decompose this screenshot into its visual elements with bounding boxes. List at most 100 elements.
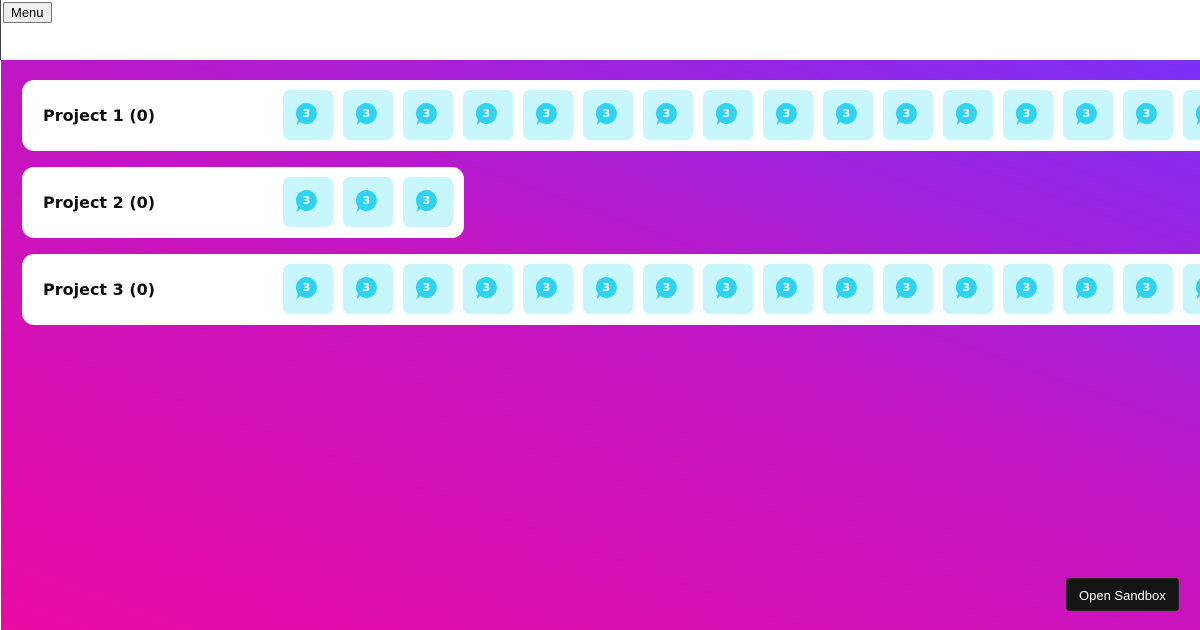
badge-count: 3 (362, 107, 371, 120)
badge-count: 3 (602, 107, 611, 120)
message-tile[interactable]: 3 (283, 177, 333, 227)
badge-count: 3 (602, 281, 611, 294)
message-tile[interactable]: 3 (403, 90, 453, 140)
chat-bubble-icon: 3 (835, 102, 861, 128)
chat-bubble-icon: 3 (655, 276, 681, 302)
chat-bubble-icon: 3 (595, 102, 621, 128)
project-row-1: Project 1 (0) 3 3 3 3 3 3 3 3 3 3 3 3 3 3 3 3 (22, 80, 1200, 151)
project-title: Project 2 (0) (43, 193, 156, 212)
chat-bubble-icon: 3 (895, 102, 921, 128)
chat-bubble-icon: 3 (1075, 276, 1101, 302)
message-tile[interactable]: 3 (883, 90, 933, 140)
badge-count: 3 (722, 107, 731, 120)
chat-bubble-icon: 3 (415, 102, 441, 128)
message-tile[interactable]: 3 (343, 264, 393, 314)
badge-count: 3 (782, 281, 791, 294)
message-tile[interactable]: 3 (283, 90, 333, 140)
chat-bubble-icon: 3 (775, 102, 801, 128)
chat-bubble-icon: 3 (1075, 102, 1101, 128)
message-tile[interactable]: 3 (1063, 264, 1113, 314)
message-tile[interactable]: 3 (403, 177, 453, 227)
message-tile[interactable]: 3 (343, 177, 393, 227)
chat-bubble-icon: 3 (535, 276, 561, 302)
badge-count: 3 (722, 281, 731, 294)
project-title: Project 1 (0) (43, 106, 156, 125)
badge-count: 3 (422, 107, 431, 120)
badge-count: 3 (902, 281, 911, 294)
badge-count: 3 (962, 107, 971, 120)
message-tile[interactable]: 3 (283, 264, 333, 314)
chat-bubble-icon: 3 (1195, 276, 1200, 302)
chat-bubble-icon: 3 (895, 276, 921, 302)
badge-count: 3 (302, 107, 311, 120)
message-tile[interactable]: 3 (523, 90, 573, 140)
chat-bubble-icon: 3 (1135, 102, 1161, 128)
badge-count: 3 (1022, 107, 1031, 120)
badge-count: 3 (662, 107, 671, 120)
chat-bubble-icon: 3 (655, 102, 681, 128)
message-tile[interactable]: 3 (1003, 264, 1053, 314)
message-tile[interactable]: 3 (1123, 90, 1173, 140)
message-tile[interactable]: 3 (943, 264, 993, 314)
badge-count: 3 (842, 281, 851, 294)
chat-bubble-icon: 3 (355, 102, 381, 128)
message-tile[interactable]: 3 (1003, 90, 1053, 140)
chat-bubble-icon: 3 (835, 276, 861, 302)
message-tile[interactable]: 3 (1183, 90, 1200, 140)
badge-count: 3 (302, 194, 311, 207)
chat-bubble-icon: 3 (415, 189, 441, 215)
message-tile[interactable]: 3 (703, 264, 753, 314)
message-tile[interactable]: 3 (1063, 90, 1113, 140)
top-bar: Menu (0, 0, 1200, 60)
badge-count: 3 (1142, 281, 1151, 294)
chat-bubble-icon: 3 (475, 276, 501, 302)
message-tile[interactable]: 3 (343, 90, 393, 140)
badge-count: 3 (422, 281, 431, 294)
chat-bubble-icon: 3 (295, 189, 321, 215)
badge-count: 3 (1195, 276, 1200, 299)
badge-count: 3 (902, 107, 911, 120)
badge-count: 3 (482, 107, 491, 120)
tile-list: 3 3 3 3 3 3 3 3 3 3 3 3 3 3 3 3 (283, 90, 1200, 140)
message-tile[interactable]: 3 (643, 264, 693, 314)
message-tile[interactable]: 3 (463, 264, 513, 314)
chat-bubble-icon: 3 (1195, 102, 1200, 128)
chat-bubble-icon: 3 (295, 276, 321, 302)
message-tile[interactable]: 3 (943, 90, 993, 140)
badge-count: 3 (1022, 281, 1031, 294)
message-tile[interactable]: 3 (763, 264, 813, 314)
chat-bubble-icon: 3 (1135, 276, 1161, 302)
chat-bubble-icon: 3 (955, 102, 981, 128)
badge-count: 3 (1082, 281, 1091, 294)
badge-count: 3 (542, 107, 551, 120)
message-tile[interactable]: 3 (523, 264, 573, 314)
badge-count: 3 (842, 107, 851, 120)
badge-count: 3 (1195, 102, 1200, 125)
chat-bubble-icon: 3 (535, 102, 561, 128)
open-sandbox-button[interactable]: Open Sandbox (1066, 578, 1179, 611)
message-tile[interactable]: 3 (643, 90, 693, 140)
message-tile[interactable]: 3 (883, 264, 933, 314)
chat-bubble-icon: 3 (1015, 102, 1041, 128)
badge-count: 3 (362, 194, 371, 207)
badge-count: 3 (302, 281, 311, 294)
message-tile[interactable]: 3 (703, 90, 753, 140)
message-tile[interactable]: 3 (583, 264, 633, 314)
badge-count: 3 (482, 281, 491, 294)
badge-count: 3 (1142, 107, 1151, 120)
chat-bubble-icon: 3 (295, 102, 321, 128)
message-tile[interactable]: 3 (1183, 264, 1200, 314)
message-tile[interactable]: 3 (823, 90, 873, 140)
message-tile[interactable]: 3 (403, 264, 453, 314)
project-row-2: Project 2 (0) 3 3 3 (22, 167, 464, 238)
message-tile[interactable]: 3 (763, 90, 813, 140)
badge-count: 3 (662, 281, 671, 294)
badge-count: 3 (422, 194, 431, 207)
message-tile[interactable]: 3 (823, 264, 873, 314)
chat-bubble-icon: 3 (475, 102, 501, 128)
menu-button[interactable]: Menu (3, 2, 52, 23)
message-tile[interactable]: 3 (463, 90, 513, 140)
chat-bubble-icon: 3 (355, 189, 381, 215)
message-tile[interactable]: 3 (583, 90, 633, 140)
message-tile[interactable]: 3 (1123, 264, 1173, 314)
